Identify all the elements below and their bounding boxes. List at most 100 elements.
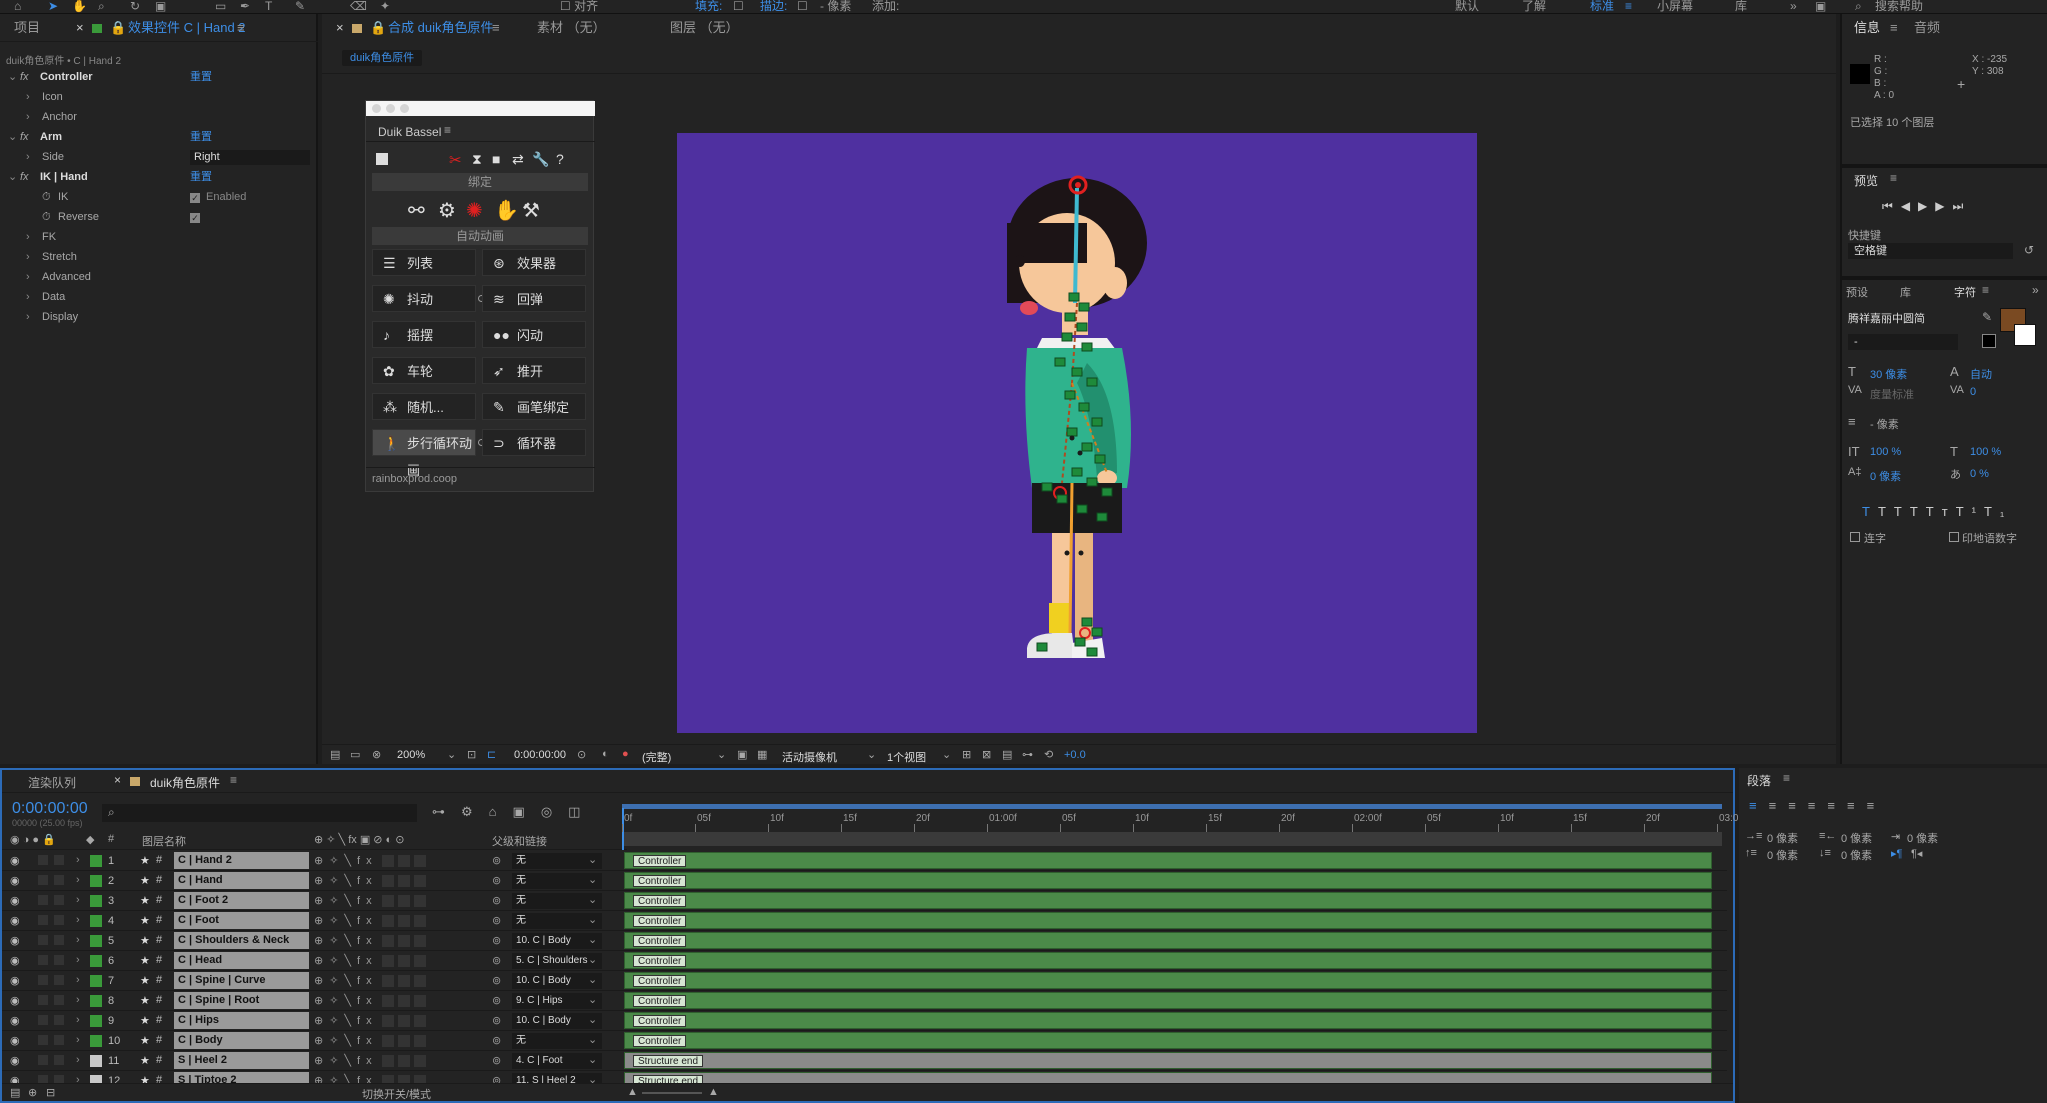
effect-row[interactable]: ⌄ fx IK | Hand 重置 (0, 168, 305, 187)
justify-last-left-icon[interactable]: ≡ (1808, 798, 1828, 813)
adjustment-toggle[interactable] (398, 975, 410, 987)
brush-tool-icon[interactable]: ✎ (295, 0, 305, 13)
tab-footage[interactable]: 素材 （无） (537, 14, 606, 42)
chevron-down-icon[interactable]: ⌄ (588, 933, 597, 946)
justify-last-center-icon[interactable]: ≡ (1827, 798, 1847, 813)
tab-effect-controls[interactable]: 效果控件 C | Hand 2 (128, 14, 246, 42)
lock-toggle[interactable] (54, 935, 64, 945)
collapse-icon[interactable]: ⊟ (46, 1086, 55, 1099)
autoanim-button[interactable]: ≋ 回弹 (482, 285, 586, 312)
toggle-pixel-aspect-icon[interactable]: ⊞ (962, 748, 971, 761)
chevron-down-icon[interactable]: ⌄ (588, 893, 597, 906)
solo-toggle[interactable] (38, 975, 48, 985)
chevron-right-icon[interactable]: › (26, 248, 30, 267)
fx-icon[interactable]: fx (20, 128, 29, 147)
adjustment-toggle[interactable] (398, 935, 410, 947)
tab-composition[interactable]: 合成 duik角色原件 (388, 14, 493, 42)
autoanim-button[interactable]: 🚶 步行循环动画 (372, 429, 476, 478)
solo-toggle[interactable] (38, 1035, 48, 1045)
layer-name[interactable]: C | Hips (174, 1012, 309, 1029)
lock-toggle[interactable] (54, 1035, 64, 1045)
reset-icon[interactable]: ↺ (2024, 243, 2034, 257)
effect-dropdown[interactable]: Right (190, 150, 310, 165)
exposure-value[interactable]: +0.0 (1064, 749, 1086, 761)
pickwhip-icon[interactable]: ⊚ (492, 954, 501, 967)
chevron-right-icon[interactable]: › (76, 1034, 80, 1046)
autoanim-button[interactable]: ⊃ 循环器 (482, 429, 586, 456)
layer-switches[interactable]: ⊕✧╲fx (314, 954, 378, 967)
solo-toggle[interactable] (38, 1015, 48, 1025)
layer-duration-bar[interactable]: Controller (624, 932, 1712, 949)
adjustment-toggle[interactable] (398, 955, 410, 967)
snapshot-icon[interactable]: ⊙ (577, 748, 586, 761)
adjustment-toggle[interactable] (398, 915, 410, 927)
chevron-right-icon[interactable]: › (76, 1014, 80, 1026)
ligatures-checkbox[interactable] (1850, 532, 1860, 542)
stroke-width-value[interactable]: - 像素 (1870, 416, 1899, 432)
last-frame-icon[interactable]: ⏭ (1953, 199, 1972, 213)
chevron-down-icon[interactable]: ⌄ (8, 68, 17, 87)
effect-row[interactable]: ⌄ fx Controller 重置 (0, 68, 305, 87)
chevron-down-icon[interactable]: ⌄ (588, 973, 597, 986)
3d-toggle[interactable] (414, 935, 426, 947)
always-preview-icon[interactable]: ▤ (330, 748, 340, 761)
layer-name[interactable]: C | Body (174, 1032, 309, 1049)
eye-icon[interactable]: ◉ (10, 854, 20, 867)
layer-duration-bar[interactable]: Controller (624, 872, 1712, 889)
chevron-down-icon[interactable]: ⌄ (588, 913, 597, 926)
layer-row[interactable]: ◉ › 4 ★ # C | Foot ⊕✧╲fx ⊚ 无 ⌄ Controller (2, 911, 1727, 931)
chevron-down-icon[interactable]: ⌄ (588, 993, 597, 1006)
frame-blend-icon[interactable]: ▣ (513, 804, 541, 819)
lock-toggle[interactable] (54, 955, 64, 965)
layer-name[interactable]: C | Spine | Curve (174, 972, 309, 989)
pickwhip-icon[interactable]: ⊚ (492, 1054, 501, 1067)
search-help-input[interactable]: 搜索帮助 (1875, 0, 1923, 13)
shy-icon[interactable]: ⌂ (489, 804, 513, 819)
layer-switches[interactable]: ⊕✧╲fx (314, 914, 378, 927)
faux-bold-icon[interactable]: T (1862, 504, 1878, 519)
pickwhip-icon[interactable]: ⊚ (492, 974, 501, 987)
layer-duration-bar[interactable]: Controller (624, 912, 1712, 929)
tab-library[interactable]: 库 (1900, 284, 1911, 300)
wrench-icon[interactable]: 🔧 (532, 151, 549, 168)
autoanim-button[interactable]: ✿ 车轮 (372, 357, 476, 384)
chevron-down-icon[interactable]: ⌄ (447, 748, 456, 761)
chevron-down-icon[interactable]: ⌄ (588, 873, 597, 886)
faux-italic-icon[interactable]: T (1878, 504, 1894, 519)
effect-row[interactable]: › Icon (0, 88, 305, 107)
more-icon[interactable]: » (2032, 283, 2039, 297)
effect-checkbox[interactable]: ✓ (190, 213, 200, 223)
chevron-down-icon[interactable]: ⌄ (588, 1053, 597, 1066)
label-color[interactable] (90, 955, 102, 967)
close-icon[interactable]: × (76, 14, 84, 42)
chevron-down-icon[interactable]: ⌄ (588, 953, 597, 966)
layer-duration-bar[interactable]: Controller (624, 1032, 1712, 1049)
window-zoom-icon[interactable] (400, 104, 409, 113)
zoom-in-icon[interactable]: ▲ (708, 1086, 719, 1098)
time-ruler[interactable]: 0f 05f 10f 15f 20f 01:00f 05f 10f 15f 20f 02:00f 05… (622, 804, 1738, 850)
parent-header[interactable]: 父级和链接 (492, 833, 547, 849)
motion-blur-toggle[interactable] (382, 855, 394, 867)
mask-icon[interactable]: ⊗ (372, 748, 381, 761)
lock-toggle[interactable] (54, 995, 64, 1005)
chevron-right-icon[interactable]: › (26, 148, 30, 167)
pickwhip-icon[interactable]: ⊚ (492, 934, 501, 947)
font-style-select[interactable]: - (1848, 334, 1958, 350)
effect-row[interactable]: › FK (0, 228, 305, 247)
vertical-scale-value[interactable]: 100 % (1870, 446, 1901, 458)
stroke-color-swatch[interactable] (2014, 324, 2036, 346)
close-icon[interactable]: × (114, 773, 121, 787)
chevron-right-icon[interactable]: › (76, 1054, 80, 1066)
puppet-tool-icon[interactable]: ✦ (380, 0, 390, 13)
help-icon[interactable]: ? (556, 151, 564, 167)
rotate-tool-icon[interactable]: ↻ (130, 0, 140, 13)
tab-character[interactable]: 字符 (1954, 284, 1976, 300)
motion-blur-toggle[interactable] (382, 1055, 394, 1067)
layer-switches[interactable]: ⊕✧╲fx (314, 874, 378, 887)
chevron-right-icon[interactable]: › (26, 308, 30, 327)
region-icon[interactable]: ⊏ (487, 748, 496, 761)
effect-checkbox[interactable]: ✓ (190, 193, 200, 203)
solo-toggle[interactable] (38, 875, 48, 885)
reset-link[interactable]: 重置 (190, 128, 212, 147)
hindi-digits-checkbox[interactable] (1949, 532, 1959, 542)
